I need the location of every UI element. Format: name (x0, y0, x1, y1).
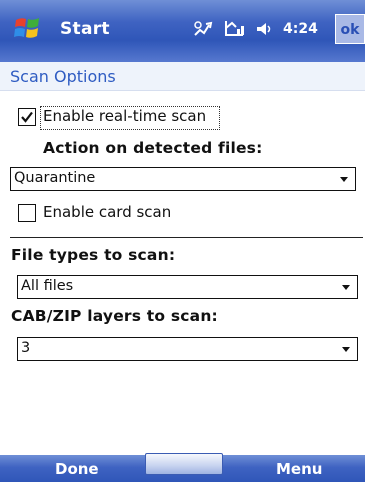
clock[interactable]: 4:24 (283, 21, 318, 37)
start-title[interactable]: Start (60, 19, 110, 39)
page-header: Scan Options (0, 62, 365, 91)
keyboard-icon[interactable] (145, 453, 223, 475)
divider (10, 237, 363, 238)
menu-softkey[interactable]: Menu (276, 460, 322, 478)
volume-icon[interactable] (255, 19, 273, 39)
chevron-down-icon (340, 177, 348, 182)
file-types-label: File types to scan: (11, 246, 176, 264)
signal-icon[interactable] (223, 19, 247, 39)
card-scan-checkbox[interactable] (18, 204, 36, 222)
ok-button[interactable]: ok (335, 14, 365, 44)
file-types-select[interactable]: All files (17, 275, 358, 299)
checkmark-icon (21, 111, 33, 123)
menu-bar: Done Menu (0, 453, 365, 482)
action-select-value: Quarantine (14, 170, 96, 186)
windows-flag-icon[interactable] (14, 14, 42, 42)
card-scan-label[interactable]: Enable card scan (43, 203, 171, 221)
realtime-scan-checkbox[interactable] (18, 108, 36, 126)
done-softkey[interactable]: Done (55, 460, 99, 478)
chevron-down-icon (342, 285, 350, 290)
action-label: Action on detected files: (43, 139, 263, 157)
connectivity-icon[interactable] (193, 19, 215, 39)
title-bar: Start 4:24 ok (0, 0, 365, 62)
action-select[interactable]: Quarantine (10, 167, 356, 191)
chevron-down-icon (342, 347, 350, 352)
layers-select-value: 3 (21, 340, 31, 356)
page-title: Scan Options (10, 67, 116, 86)
realtime-scan-label[interactable]: Enable real-time scan (43, 107, 206, 125)
file-types-select-value: All files (21, 278, 74, 294)
status-icons: 4:24 (193, 16, 318, 42)
layers-select[interactable]: 3 (17, 337, 358, 361)
layers-label: CAB/ZIP layers to scan: (11, 307, 218, 325)
